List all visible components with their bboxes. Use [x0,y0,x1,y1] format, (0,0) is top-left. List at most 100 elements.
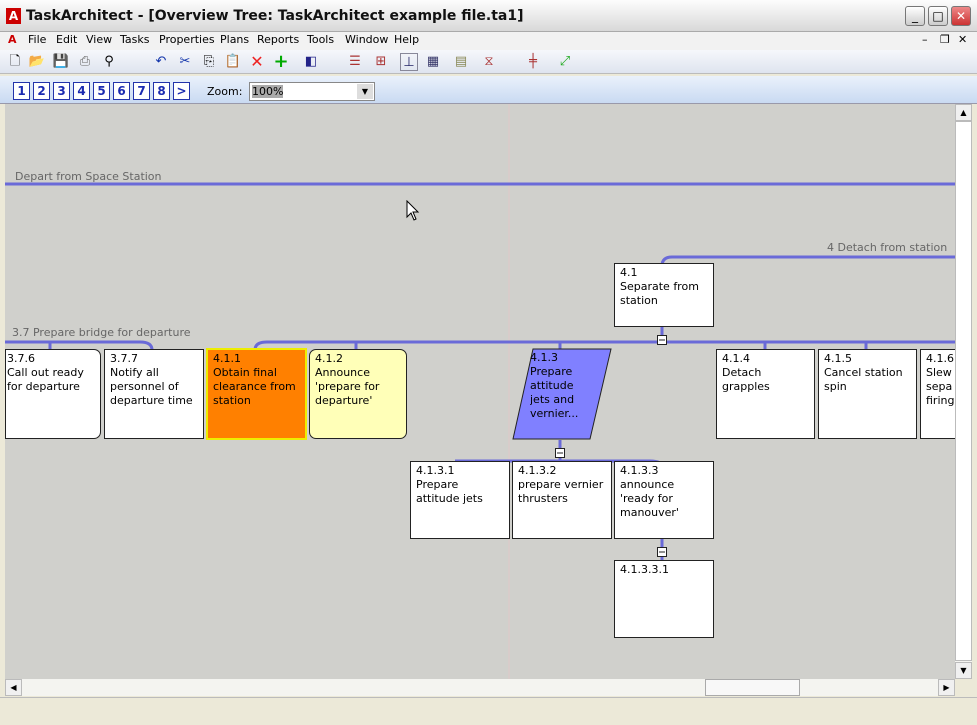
horizontal-scrollbar[interactable]: ◀ ▶ [5,679,955,696]
paste-icon[interactable]: 📋 [224,53,242,71]
task-number: 4.1.4 [722,352,750,365]
menu-window[interactable]: Window [345,33,388,46]
overview-tree-icon[interactable]: ⊥ [400,53,418,71]
vertical-scrollbar[interactable]: ▲ ▼ [955,104,972,679]
task-node-4.1.3.1[interactable]: 4.1.3.1 Prepare attitude jets [410,461,510,539]
level-3-button[interactable]: 3 [53,82,70,100]
menu-reports[interactable]: Reports [257,33,299,46]
level-8-button[interactable]: 8 [153,82,170,100]
save-icon[interactable]: 💾 [52,53,70,71]
grid-tree-icon[interactable]: ▦ [424,53,442,71]
task-text: Prepare attitude jets and vernier... [530,365,579,420]
zoom-select[interactable]: 100% ▼ [249,82,375,101]
task-number: 4.1.3 [530,351,558,364]
menu-tools[interactable]: Tools [307,33,334,46]
scroll-up-button[interactable]: ▲ [955,104,972,121]
task-text: Separate from station [620,280,699,307]
task-text: Call out ready for departure [7,366,84,393]
close-button[interactable]: ✕ [951,6,971,26]
level-1-button[interactable]: 1 [13,82,30,100]
document-icon[interactable]: A [8,33,17,46]
task-number: 4.1 [620,266,638,279]
zoom-value: 100% [252,85,284,98]
next-level-button[interactable]: > [173,82,190,100]
task-node-4.1.3[interactable]: 4.1.3 Prepare attitude jets and vernier..… [530,349,590,439]
mouse-cursor-icon [406,200,420,221]
collapse-icon[interactable]: ◧ [302,53,320,71]
task-node-4.1[interactable]: 4.1 Separate from station [614,263,714,327]
chevron-down-icon[interactable]: ▼ [357,84,373,99]
flow-icon[interactable]: ⧖ [480,53,498,71]
task-node-3.7.7[interactable]: 3.7.7 Notify all personnel of departure t… [104,349,204,439]
minimize-button[interactable]: _ [905,6,925,26]
menu-view[interactable]: View [86,33,112,46]
task-text: Cancel station spin [824,366,903,393]
plan-label-detach: 4 Detach from station [827,241,948,254]
toolbar: 🗋 📂 💾 ⎙ ⚲ ↶ ✂ ⎘ 📋 ✕ + ◧ ☰ ⊞ ⊥ ▦ ▤ ⧖ ╪ ⤢ [0,50,977,74]
mdi-restore-button[interactable]: ❐ [940,33,950,46]
task-node-4.1.3.3[interactable]: 4.1.3.3 announce 'ready for manouver' [614,461,714,539]
task-number: 4.1.3.2 [518,464,557,477]
menu-file[interactable]: File [28,33,46,46]
add-icon[interactable]: + [272,53,290,71]
copy-icon[interactable]: ⎘ [200,53,218,71]
level-5-button[interactable]: 5 [93,82,110,100]
horizontal-tree-icon[interactable]: ☰ [346,53,364,71]
indented-tree-icon[interactable]: ⊞ [372,53,390,71]
task-node-4.1.1[interactable]: 4.1.1 Obtain final clearance from station [206,348,307,440]
delete-icon[interactable]: ✕ [248,53,266,71]
level-toolbar: 1 2 3 4 5 6 7 8 > Zoom: 100% ▼ [0,76,977,104]
scroll-right-button[interactable]: ▶ [938,679,955,696]
task-text: Announce 'prepare for departure' [315,366,380,407]
task-node-4.1.6[interactable]: 4.1.6 Slew sepa firing [920,349,955,439]
app-logo-icon: A [6,8,21,24]
horizontal-scroll-thumb[interactable] [705,679,800,696]
task-number: 4.1.2 [315,352,343,365]
task-text: Notify all personnel of departure time [110,366,193,407]
task-node-4.1.5[interactable]: 4.1.5 Cancel station spin [818,349,917,439]
task-number: 3.7.7 [110,352,138,365]
task-text: Detach grapples [722,366,770,393]
task-number: 3.7.6 [7,352,35,365]
level-4-button[interactable]: 4 [73,82,90,100]
task-node-4.1.2[interactable]: 4.1.2 Announce 'prepare for departure' [309,349,407,439]
overview-tree-canvas[interactable]: Depart from Space Station 4 Detach from … [5,104,955,679]
task-number: 4.1.3.3.1 [620,563,669,576]
timeline-icon[interactable]: ╪ [524,53,542,71]
task-node-4.1.3.3.1[interactable]: 4.1.3.3.1 [614,560,714,638]
task-node-4.1.3.2[interactable]: 4.1.3.2 prepare vernier thrusters [512,461,612,539]
menu-help[interactable]: Help [394,33,419,46]
menu-tasks[interactable]: Tasks [120,33,149,46]
task-number: 4.1.3.1 [416,464,455,477]
task-node-3.7.6[interactable]: 3.7.6 Call out ready for departure [5,349,101,439]
maximize-button[interactable]: □ [928,6,948,26]
menu-bar: A File Edit View Tasks Properties Plans … [0,32,977,50]
task-number: 4.1.6 [926,352,954,365]
list-view-icon[interactable]: ▤ [452,53,470,71]
open-icon[interactable]: 📂 [28,53,46,71]
level-6-button[interactable]: 6 [113,82,130,100]
vertical-scroll-thumb[interactable] [955,121,972,661]
plan-label-depart: Depart from Space Station [15,170,162,183]
new-icon[interactable]: 🗋 [6,53,24,71]
mdi-minimize-button[interactable]: – [922,33,928,46]
task-text: prepare vernier thrusters [518,478,604,505]
menu-edit[interactable]: Edit [56,33,77,46]
scroll-down-button[interactable]: ▼ [955,662,972,679]
scroll-left-button[interactable]: ◀ [5,679,22,696]
undo-icon[interactable]: ↶ [152,53,170,71]
task-text: Slew sepa firing [926,366,955,407]
level-2-button[interactable]: 2 [33,82,50,100]
level-7-button[interactable]: 7 [133,82,150,100]
task-number: 4.1.1 [213,352,241,365]
cut-icon[interactable]: ✂ [176,53,194,71]
mdi-close-button[interactable]: ✕ [958,33,967,46]
find-icon[interactable]: ⚲ [100,53,118,71]
menu-plans[interactable]: Plans [220,33,249,46]
task-text: announce 'ready for manouver' [620,478,679,519]
task-node-4.1.4[interactable]: 4.1.4 Detach grapples [716,349,815,439]
print-icon[interactable]: ⎙ [76,53,94,71]
task-text: Prepare attitude jets [416,478,483,505]
plan-icon[interactable]: ⤢ [556,53,574,71]
menu-properties[interactable]: Properties [159,33,215,46]
